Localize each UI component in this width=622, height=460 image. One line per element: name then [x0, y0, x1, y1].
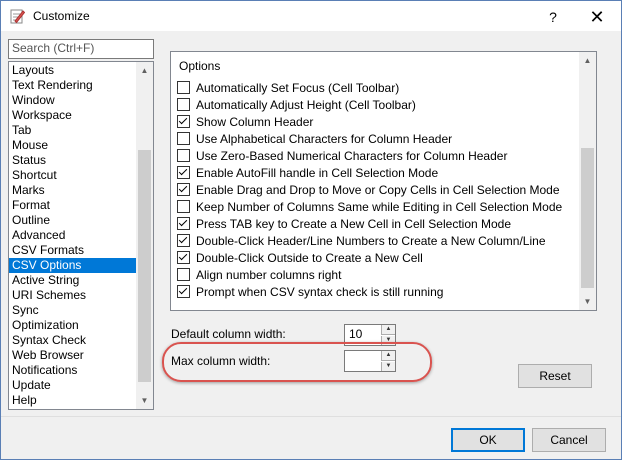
option-row[interactable]: Prompt when CSV syntax check is still ru…: [177, 283, 443, 300]
scroll-down-icon[interactable]: ▼: [579, 293, 596, 310]
scroll-up-icon[interactable]: ▲: [579, 52, 596, 69]
category-items: Layouts Text Rendering Window Workspace Tab M…: [9, 63, 136, 408]
option-row[interactable]: Keep Number of Columns Same while Editin…: [177, 198, 562, 215]
option-row[interactable]: Use Alphabetical Characters for Column H…: [177, 130, 452, 147]
category-list[interactable]: Layouts Text Rendering Window Workspace Tab M…: [8, 61, 154, 410]
category-item[interactable]: Window: [9, 93, 136, 108]
option-label: Press TAB key to Create a New Cell in Ce…: [196, 216, 512, 231]
category-item[interactable]: Text Rendering: [9, 78, 136, 93]
default-width-input[interactable]: [345, 325, 383, 343]
help-button[interactable]: ?: [541, 7, 565, 27]
checkbox-checked-icon[interactable]: [177, 217, 190, 230]
default-width-label: Default column width:: [171, 327, 286, 341]
options-scrollbar[interactable]: ▲ ▼: [579, 52, 596, 310]
spin-up-icon[interactable]: ▲: [381, 351, 395, 361]
option-label: Automatically Adjust Height (Cell Toolba…: [196, 97, 416, 112]
option-label: Double-Click Outside to Create a New Cel…: [196, 250, 423, 265]
category-item[interactable]: Update: [9, 378, 136, 393]
option-row[interactable]: Automatically Adjust Height (Cell Toolba…: [177, 96, 416, 113]
app-icon: [10, 9, 25, 24]
checkbox-checked-icon[interactable]: [177, 234, 190, 247]
title-bar: Customize ? ✕: [1, 1, 621, 31]
category-item[interactable]: Tab: [9, 123, 136, 138]
max-width-input[interactable]: [345, 351, 383, 369]
option-row[interactable]: Press TAB key to Create a New Cell in Ce…: [177, 215, 511, 232]
category-item[interactable]: Active String: [9, 273, 136, 288]
option-row[interactable]: Enable AutoFill handle in Cell Selection…: [177, 164, 438, 181]
category-item[interactable]: Status: [9, 153, 136, 168]
cancel-button[interactable]: Cancel: [532, 428, 606, 452]
search-box[interactable]: [8, 39, 154, 59]
checkbox-unchecked-icon[interactable]: [177, 149, 190, 162]
options-group-title: Options: [179, 59, 221, 73]
option-label: Double-Click Header/Line Numbers to Crea…: [196, 233, 546, 248]
option-label: Use Alphabetical Characters for Column H…: [196, 131, 453, 146]
category-item[interactable]: Web Browser: [9, 348, 136, 363]
max-width-label: Max column width:: [171, 354, 271, 368]
option-row[interactable]: Use Zero-Based Numerical Characters for …: [177, 147, 507, 164]
checkbox-unchecked-icon[interactable]: [177, 268, 190, 281]
category-item[interactable]: Mouse: [9, 138, 136, 153]
category-scrollbar[interactable]: ▲ ▼: [136, 62, 153, 409]
options-group: Options Automatically Set Focus (Cell To…: [170, 51, 597, 311]
scrollbar-thumb[interactable]: [138, 150, 151, 382]
footer-divider: [1, 416, 621, 417]
search-input[interactable]: [9, 40, 153, 56]
category-item[interactable]: URI Schemes: [9, 288, 136, 303]
scrollbar-thumb[interactable]: [581, 148, 594, 288]
checkbox-checked-icon[interactable]: [177, 166, 190, 179]
checkbox-unchecked-icon[interactable]: [177, 98, 190, 111]
category-item[interactable]: Help: [9, 393, 136, 408]
option-row[interactable]: Double-Click Header/Line Numbers to Crea…: [177, 232, 546, 249]
category-item[interactable]: Marks: [9, 183, 136, 198]
option-row[interactable]: Show Column Header: [177, 113, 313, 130]
option-label: Show Column Header: [196, 114, 314, 129]
spin-down-icon[interactable]: ▼: [381, 362, 395, 371]
reset-button[interactable]: Reset: [518, 364, 592, 388]
category-item[interactable]: CSV Options: [9, 258, 136, 273]
checkbox-checked-icon[interactable]: [177, 115, 190, 128]
scroll-down-icon[interactable]: ▼: [136, 392, 153, 409]
spin-down-icon[interactable]: ▼: [381, 336, 395, 345]
category-item[interactable]: Workspace: [9, 108, 136, 123]
option-label: Use Zero-Based Numerical Characters for …: [196, 148, 508, 163]
option-label: Keep Number of Columns Same while Editin…: [196, 199, 563, 214]
category-item[interactable]: Notifications: [9, 363, 136, 378]
category-item[interactable]: Shortcut: [9, 168, 136, 183]
option-label: Enable AutoFill handle in Cell Selection…: [196, 165, 439, 180]
category-item[interactable]: Format: [9, 198, 136, 213]
checkbox-checked-icon[interactable]: [177, 285, 190, 298]
category-item[interactable]: CSV Formats: [9, 243, 136, 258]
option-label: Align number columns right: [196, 267, 342, 282]
category-item[interactable]: Outline: [9, 213, 136, 228]
category-item[interactable]: Sync: [9, 303, 136, 318]
checkbox-unchecked-icon[interactable]: [177, 81, 190, 94]
option-row[interactable]: Enable Drag and Drop to Move or Copy Cel…: [177, 181, 560, 198]
default-width-spinner[interactable]: ▲ ▼: [344, 324, 396, 346]
checkbox-unchecked-icon[interactable]: [177, 132, 190, 145]
option-row[interactable]: Automatically Set Focus (Cell Toolbar): [177, 79, 399, 96]
option-label: Automatically Set Focus (Cell Toolbar): [196, 80, 400, 95]
option-label: Enable Drag and Drop to Move or Copy Cel…: [196, 182, 560, 197]
window-title: Customize: [33, 9, 90, 23]
category-item[interactable]: Advanced: [9, 228, 136, 243]
spin-up-icon[interactable]: ▲: [381, 325, 395, 335]
scroll-up-icon[interactable]: ▲: [136, 62, 153, 79]
category-item[interactable]: Layouts: [9, 63, 136, 78]
close-button[interactable]: ✕: [577, 5, 617, 29]
ok-button[interactable]: OK: [451, 428, 525, 452]
checkbox-checked-icon[interactable]: [177, 183, 190, 196]
category-item[interactable]: Syntax Check: [9, 333, 136, 348]
checkbox-checked-icon[interactable]: [177, 251, 190, 264]
option-row[interactable]: Align number columns right: [177, 266, 341, 283]
max-width-spinner[interactable]: ▲ ▼: [344, 350, 396, 372]
checkbox-unchecked-icon[interactable]: [177, 200, 190, 213]
option-label: Prompt when CSV syntax check is still ru…: [196, 284, 444, 299]
option-row[interactable]: Double-Click Outside to Create a New Cel…: [177, 249, 423, 266]
category-item[interactable]: Optimization: [9, 318, 136, 333]
